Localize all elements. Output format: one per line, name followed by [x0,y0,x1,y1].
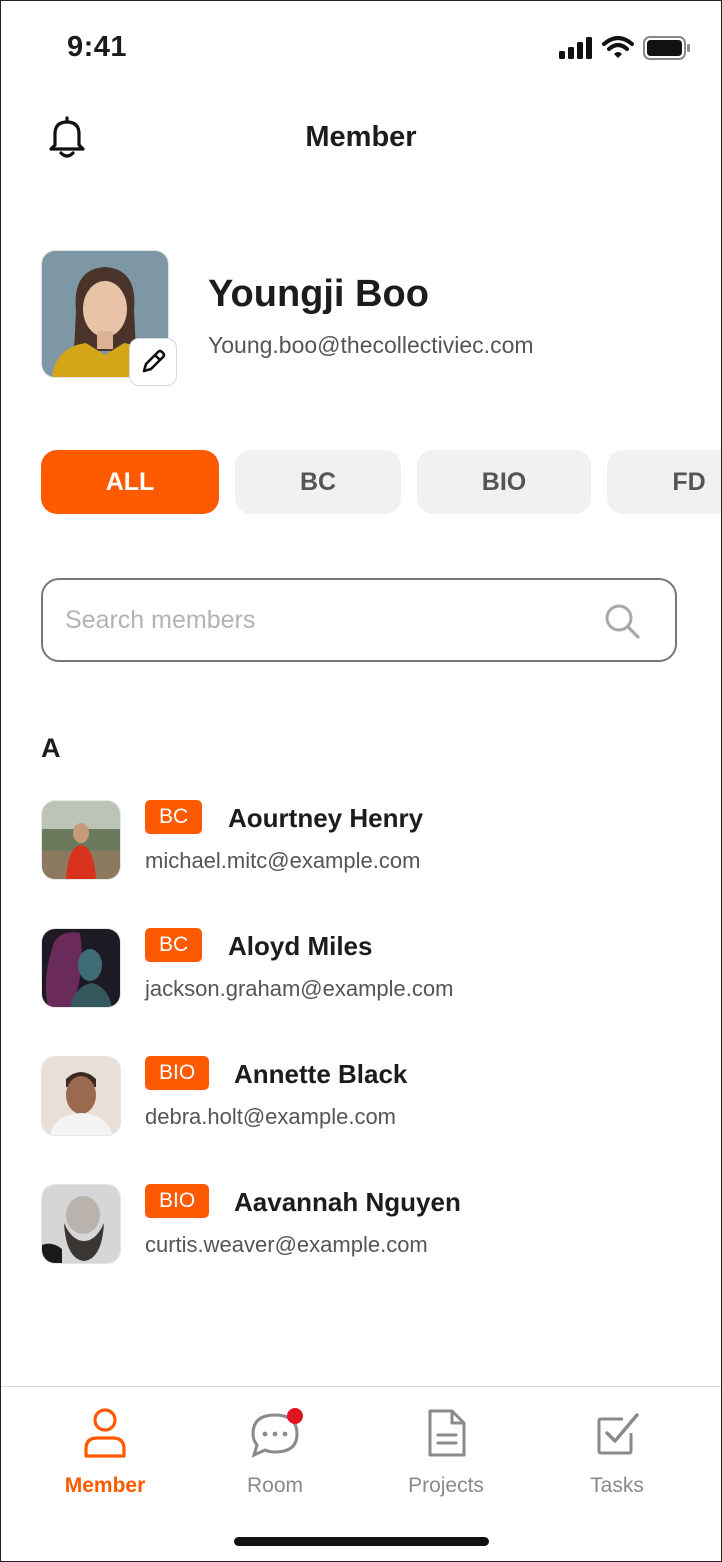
member-name: Annette Black [234,1059,408,1089]
member-row[interactable]: BC Aourtney Henry michael.mitc@example.c… [41,800,681,880]
member-name: Aavannah Nguyen [234,1187,461,1217]
tab-projects[interactable]: Projects [376,1407,516,1498]
filter-chip-bc[interactable]: BC [235,450,401,514]
status-time: 9:41 [67,31,128,63]
member-avatar [41,1184,121,1264]
tab-room[interactable]: Room [205,1407,345,1498]
section-letter: A [41,733,61,763]
search-icon[interactable] [603,602,641,640]
notification-dot [287,1408,303,1424]
tab-room-label: Room [246,1474,304,1497]
member-name: Aloyd Miles [228,931,373,961]
chat-bubble-icon [251,1408,303,1458]
member-tag: BIO [145,1184,210,1218]
home-indicator [234,1537,489,1546]
member-avatar [41,800,121,880]
member-email: curtis.weaver@example.com [145,1232,428,1257]
checkbox-icon [597,1413,639,1455]
member-row[interactable]: BIO Aavannah Nguyen curtis.weaver@exampl… [41,1184,681,1264]
tab-member-label: Member [64,1474,146,1497]
member-email: michael.mitc@example.com [145,848,421,873]
tab-tasks-label: Tasks [590,1474,644,1497]
profile-name: Youngji Boo [208,273,429,315]
battery-icon [643,36,690,60]
filter-chip-fd[interactable]: FD [607,450,721,514]
app-screen: 9:41 Member Youngji Boo Young.boo@thecol… [0,0,722,1562]
tab-projects-label: Projects [408,1474,484,1497]
filter-chip-all[interactable]: ALL [41,450,219,514]
member-photo [42,1057,120,1135]
member-name: Aourtney Henry [228,803,424,833]
person-icon [84,1408,126,1458]
tab-member[interactable]: Member [35,1407,175,1498]
pencil-icon [142,349,166,373]
tab-tasks[interactable]: Tasks [547,1407,687,1498]
search-input[interactable] [65,580,585,660]
edit-profile-button[interactable] [129,338,177,386]
status-icons [559,36,691,60]
member-tag: BC [145,928,203,962]
member-photo [42,1185,120,1263]
document-icon [428,1409,466,1457]
member-photo [42,801,120,879]
profile-email: Young.boo@thecollectiviec.com [208,332,534,358]
member-email: debra.holt@example.com [145,1104,397,1129]
cellular-signal-icon [559,37,592,59]
member-tag: BIO [145,1056,210,1090]
page-title: Member [305,121,417,153]
search-box [41,578,677,662]
member-avatar [41,1056,121,1136]
filter-chip-bio[interactable]: BIO [417,450,591,514]
member-email: jackson.graham@example.com [145,976,454,1001]
member-tag: BC [145,800,203,834]
member-avatar [41,928,121,1008]
member-photo [42,929,120,1007]
wifi-icon [602,36,634,58]
bottom-tab-bar: Member Room Projects Tasks [1,1386,721,1561]
member-row[interactable]: BC Aloyd Miles jackson.graham@example.co… [41,928,681,1008]
member-row[interactable]: BIO Annette Black debra.holt@example.com [41,1056,681,1136]
